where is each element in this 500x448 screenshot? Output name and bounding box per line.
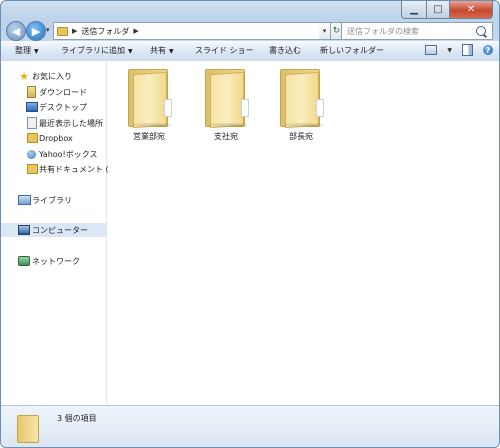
share-label: 共有 <box>150 46 166 55</box>
toolbar-right-icons: ▼ ? <box>425 44 493 56</box>
breadcrumb-separator-icon[interactable]: ▶ <box>133 27 138 35</box>
share-button[interactable]: 共有 ▼ <box>150 45 174 56</box>
yahoo-box-icon <box>27 149 36 159</box>
breadcrumb-separator-icon[interactable]: ▶ <box>72 27 77 35</box>
sidebar-item-yahoo-box[interactable]: Yahoo!ボックス <box>1 147 106 161</box>
sidebar-item-label: 最近表示した場所 <box>39 118 103 128</box>
sidebar-item-network[interactable]: ネットワーク <box>1 254 106 268</box>
sidebar-item-label: Dropbox <box>39 133 73 143</box>
sidebar-item-downloads[interactable]: ダウンロード <box>1 85 106 99</box>
new-folder-label: 新しいフォルダー <box>320 46 384 55</box>
sidebar-item-dropbox[interactable]: Dropbox <box>1 131 106 145</box>
preview-pane-icon[interactable] <box>462 44 473 56</box>
sidebar-item-libraries[interactable]: ライブラリ <box>1 193 106 207</box>
search-icon[interactable] <box>476 26 486 36</box>
folder-icon <box>205 69 249 129</box>
folder-icon <box>57 26 68 36</box>
details-pane: 3 個の項目 <box>1 405 499 447</box>
forward-arrow-icon: ▶ <box>31 24 41 38</box>
chevron-down-icon: ▼ <box>169 48 174 55</box>
folder-name: 支社宛 <box>214 132 238 141</box>
folder-item[interactable]: 部長宛 <box>266 69 336 142</box>
new-folder-button[interactable]: 新しいフォルダー <box>320 45 384 56</box>
folder-name: 営業部宛 <box>133 132 165 141</box>
slideshow-button[interactable]: スライド ショー <box>195 45 254 56</box>
folder-icon <box>17 415 39 443</box>
back-arrow-icon: ◀ <box>11 24 21 38</box>
command-bar: 整理 ▼ ライブラリに追加 ▼ 共有 ▼ スライド ショー 書き込む 新しいフォルダー… <box>1 41 499 62</box>
organize-label: 整理 <box>15 46 31 55</box>
back-button[interactable]: ◀ <box>6 21 26 41</box>
sidebar-item-label: ネットワーク <box>32 256 80 266</box>
folder-icon <box>27 133 38 143</box>
address-bar[interactable]: ▶ 送信フォルダ ▶ <box>53 22 320 40</box>
sidebar-item-favorites[interactable]: ★ お気に入り <box>1 69 106 83</box>
folder-name: 部長宛 <box>289 132 313 141</box>
slideshow-label: スライド ショー <box>195 46 254 55</box>
library-icon <box>18 195 31 205</box>
address-history-dropdown[interactable]: ▾ <box>319 22 331 40</box>
network-icon <box>18 256 30 266</box>
search-input[interactable]: 送信フォルダの検索 <box>347 26 476 37</box>
burn-label: 書き込む <box>269 46 301 55</box>
shared-folder-icon <box>27 164 38 174</box>
sidebar-item-computer[interactable]: コンピューター <box>1 223 106 237</box>
folder-icon <box>280 69 324 129</box>
download-icon <box>27 86 36 98</box>
chevron-down-icon: ▼ <box>34 48 39 55</box>
view-options-dropdown[interactable]: ▼ <box>447 47 452 54</box>
sidebar-item-label: デスクトップ <box>39 102 87 112</box>
sidebar-item-label: ダウンロード <box>39 87 87 97</box>
search-box[interactable]: 送信フォルダの検索 <box>341 22 493 40</box>
chevron-down-icon: ▼ <box>128 48 133 55</box>
sidebar-item-shared-documents[interactable]: 共有ドキュメント ( <box>1 162 109 176</box>
recent-places-icon <box>27 117 37 129</box>
recent-pages-dropdown[interactable]: ▾ <box>46 26 50 34</box>
explorer-window: ▁ □ ✕ ◀ ▶ ▾ ▶ 送信フォルダ ▶ ▾ ↻ 送信フォルダの検索 整理 ▼… <box>0 0 500 448</box>
help-icon[interactable]: ? <box>483 45 493 55</box>
desktop-icon <box>26 102 38 112</box>
star-icon: ★ <box>19 69 29 83</box>
refresh-icon: ↻ <box>332 26 341 36</box>
folder-icon <box>128 69 172 129</box>
sidebar-item-label: お気に入り <box>32 71 72 81</box>
sidebar-item-recent-places[interactable]: 最近表示した場所 <box>1 116 106 130</box>
sidebar-item-desktop[interactable]: デスクトップ <box>1 100 106 114</box>
folder-item[interactable]: 営業部宛 <box>114 69 184 142</box>
item-count: 3 個の項目 <box>57 414 97 423</box>
organize-button[interactable]: 整理 ▼ <box>15 45 39 56</box>
address-controls: ▾ ↻ <box>319 22 343 40</box>
navigation-bar: ◀ ▶ ▾ ▶ 送信フォルダ ▶ ▾ ↻ 送信フォルダの検索 <box>1 16 499 44</box>
computer-icon <box>18 225 30 235</box>
sidebar-item-label: 共有ドキュメント ( <box>39 164 109 174</box>
folder-item[interactable]: 支社宛 <box>191 69 261 142</box>
breadcrumb-item[interactable]: 送信フォルダ <box>81 26 129 37</box>
add-to-library-label: ライブラリに追加 <box>61 46 125 55</box>
forward-button[interactable]: ▶ <box>26 21 46 41</box>
file-list: 営業部宛 支社宛 部長宛 <box>107 61 499 405</box>
content-area: ★ お気に入り ダウンロード デスクトップ 最近表示した場所 Dropbox Y… <box>1 61 499 405</box>
sidebar-item-label: ライブラリ <box>32 195 72 205</box>
add-to-library-button[interactable]: ライブラリに追加 ▼ <box>61 45 133 56</box>
sidebar-item-label: コンピューター <box>32 225 88 235</box>
burn-button[interactable]: 書き込む <box>269 45 301 56</box>
navigation-pane: ★ お気に入り ダウンロード デスクトップ 最近表示した場所 Dropbox Y… <box>1 61 109 405</box>
sidebar-item-label: Yahoo!ボックス <box>39 149 98 159</box>
change-view-icon[interactable] <box>425 45 438 55</box>
